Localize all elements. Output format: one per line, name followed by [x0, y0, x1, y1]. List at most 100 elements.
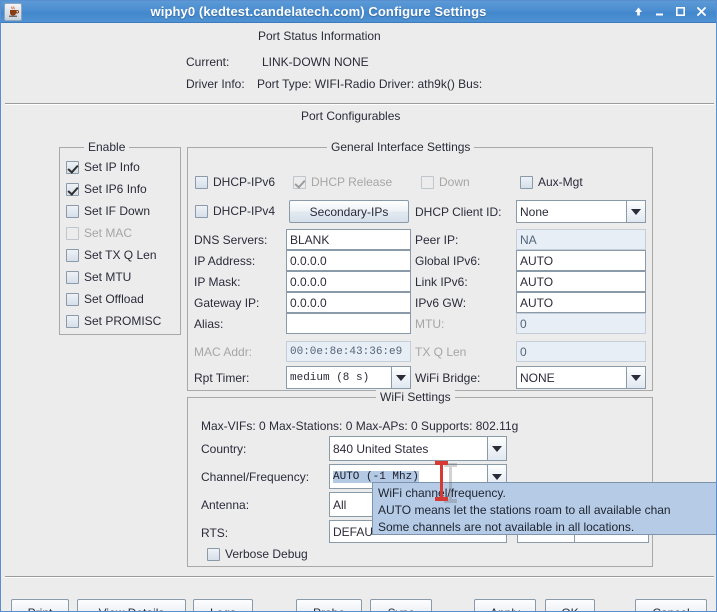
wifi-bridge-label: WiFi Bridge: — [415, 371, 481, 385]
rpt-timer-value: medium (8 s) — [290, 371, 370, 384]
window-close-button[interactable] — [696, 6, 708, 17]
checkbox-label: Set Offload — [84, 292, 144, 306]
checkbox-box — [207, 547, 220, 561]
configure-settings-window: wiphy0 (kedtest.candelatech.com) Configu… — [0, 0, 717, 612]
link-ipv6-field[interactable]: AUTO — [516, 271, 646, 292]
window-controls — [633, 6, 708, 17]
divider-port-status — [5, 103, 714, 105]
probe-button[interactable]: Probe — [296, 599, 362, 611]
checkbox-set-ip-info[interactable]: Set IP Info — [66, 160, 140, 174]
checkbox-box — [66, 226, 79, 240]
general-interface-title: General Interface Settings — [327, 140, 475, 154]
gateway-ip-field[interactable]: 0.0.0.0 — [286, 292, 411, 313]
ipv6-gw-field[interactable]: AUTO — [516, 292, 646, 313]
wifi-bridge-combo[interactable]: NONE — [516, 366, 646, 389]
checkbox-set-offload[interactable]: Set Offload — [66, 292, 144, 306]
window-title: wiphy0 (kedtest.candelatech.com) Configu… — [150, 4, 487, 19]
tooltip-line-1: WiFi channel/frequency. — [378, 486, 506, 500]
checkbox-dhcp-ipv6[interactable]: DHCP-IPv6 — [195, 175, 275, 189]
checkbox-label: Verbose Debug — [225, 547, 308, 561]
checkbox-label: DHCP Release — [311, 175, 393, 189]
checkbox-box — [66, 314, 79, 328]
cancel-button[interactable]: Cancel — [635, 599, 707, 611]
dns-servers-field[interactable]: BLANK — [286, 229, 411, 250]
checkbox-set-promisc[interactable]: Set PROMISC — [66, 314, 161, 328]
window-content: Port Status Information Current: LINK-DO… — [1, 23, 716, 611]
channel-frequency-value: AUTO (-1 Mhz) — [333, 470, 419, 483]
global-ipv6-field[interactable]: AUTO — [516, 250, 646, 271]
country-combo[interactable]: 840 United States — [329, 436, 507, 461]
rpt-timer-combo[interactable]: medium (8 s) — [286, 366, 411, 389]
checkbox-set-ip6-info[interactable]: Set IP6 Info — [66, 182, 147, 196]
tooltip-line-2: AUTO means let the stations roam to all … — [378, 503, 671, 517]
print-button[interactable]: Print — [11, 599, 69, 611]
wifi-capabilities-info: Max-VIFs: 0 Max-Stations: 0 Max-APs: 0 S… — [201, 419, 519, 433]
checkbox-dhcp-ipv4[interactable]: DHCP-IPv4 — [195, 204, 275, 218]
chevron-down-icon[interactable] — [626, 367, 645, 388]
secondary-ips-button[interactable]: Secondary-IPs — [289, 200, 409, 223]
mac-addr-field: 00:0e:8e:43:36:e9 — [286, 341, 411, 362]
checkbox-set-mtu[interactable]: Set MTU — [66, 270, 131, 284]
checkbox-box — [293, 175, 306, 189]
peer-ip-label: Peer IP: — [415, 233, 459, 247]
checkbox-set-tx-q-len[interactable]: Set TX Q Len — [66, 248, 157, 262]
logs-button[interactable]: Logs — [193, 599, 253, 611]
view-details-button[interactable]: View Details — [77, 599, 186, 611]
checkbox-box — [195, 204, 208, 218]
current-label: Current: — [186, 55, 230, 69]
dhcp-client-id-label: DHCP Client ID: — [415, 205, 502, 219]
mtu-field: 0 — [516, 313, 646, 334]
channel-frequency-tooltip: WiFi channel/frequency. AUTO means let t… — [372, 482, 716, 535]
checkbox-box — [195, 175, 208, 189]
divider-footer — [5, 576, 714, 578]
dhcp-client-id-combo[interactable]: None — [516, 200, 646, 223]
ok-button[interactable]: OK — [545, 599, 595, 611]
port-status-section-title: Port Status Information — [258, 29, 381, 43]
driver-info-label: Driver Info: — [186, 77, 245, 91]
chevron-down-icon[interactable] — [626, 201, 645, 222]
checkbox-set-if-down[interactable]: Set IF Down — [66, 204, 150, 218]
checkbox-down: Down — [421, 175, 470, 189]
checkbox-label: Set MTU — [84, 270, 132, 284]
chevron-down-icon[interactable] — [487, 437, 506, 460]
wifi-bridge-value: NONE — [520, 370, 555, 385]
checkbox-box — [66, 204, 79, 218]
checkbox-label: Set IP Info — [84, 160, 140, 174]
sync-button[interactable]: Sync — [370, 599, 432, 611]
checkbox-box — [66, 270, 79, 284]
checkbox-label: Set TX Q Len — [84, 248, 157, 262]
ip-address-label: IP Address: — [194, 254, 256, 268]
checkbox-aux-mgt[interactable]: Aux-Mgt — [520, 175, 583, 189]
gateway-ip-label: Gateway IP: — [194, 296, 260, 310]
ip-mask-label: IP Mask: — [194, 275, 241, 289]
checkbox-set-mac: Set MAC — [66, 226, 132, 240]
checkbox-box — [421, 175, 434, 189]
link-ipv6-label: Link IPv6: — [415, 275, 468, 289]
checkbox-box — [66, 292, 79, 306]
tx-q-len-label: TX Q Len — [415, 345, 467, 359]
country-value: 840 United States — [333, 441, 429, 456]
chevron-down-icon[interactable] — [391, 367, 410, 388]
antenna-label: Antenna: — [201, 498, 250, 512]
enable-group: Enable Set IP Info Set IP6 Info Set IF D… — [59, 140, 181, 335]
ip-mask-field[interactable]: 0.0.0.0 — [286, 271, 411, 292]
window-minimize-button[interactable] — [654, 6, 666, 17]
rpt-timer-label: Rpt Timer: — [194, 371, 250, 385]
mac-addr-label: MAC Addr: — [194, 345, 253, 359]
checkbox-label: Set IF Down — [84, 204, 151, 218]
ip-address-field[interactable]: 0.0.0.0 — [286, 250, 411, 271]
alias-field[interactable] — [286, 313, 411, 334]
checkbox-label: Set MAC — [84, 226, 133, 240]
apply-button[interactable]: Apply — [474, 599, 536, 611]
checkbox-dhcp-release: DHCP Release — [293, 175, 392, 189]
checkbox-label: DHCP-IPv4 — [213, 204, 276, 218]
checkbox-verbose-debug[interactable]: Verbose Debug — [207, 547, 308, 561]
wifi-settings-title: WiFi Settings — [376, 390, 455, 404]
window-titlebar: wiphy0 (kedtest.candelatech.com) Configu… — [1, 1, 716, 23]
tooltip-line-3: Some channels are not available in all l… — [378, 520, 635, 534]
checkbox-label: Set IP6 Info — [84, 182, 147, 196]
window-shade-button[interactable] — [633, 6, 645, 17]
window-maximize-button[interactable] — [675, 6, 687, 17]
port-configurables-title: Port Configurables — [301, 109, 401, 123]
global-ipv6-label: Global IPv6: — [415, 254, 481, 268]
